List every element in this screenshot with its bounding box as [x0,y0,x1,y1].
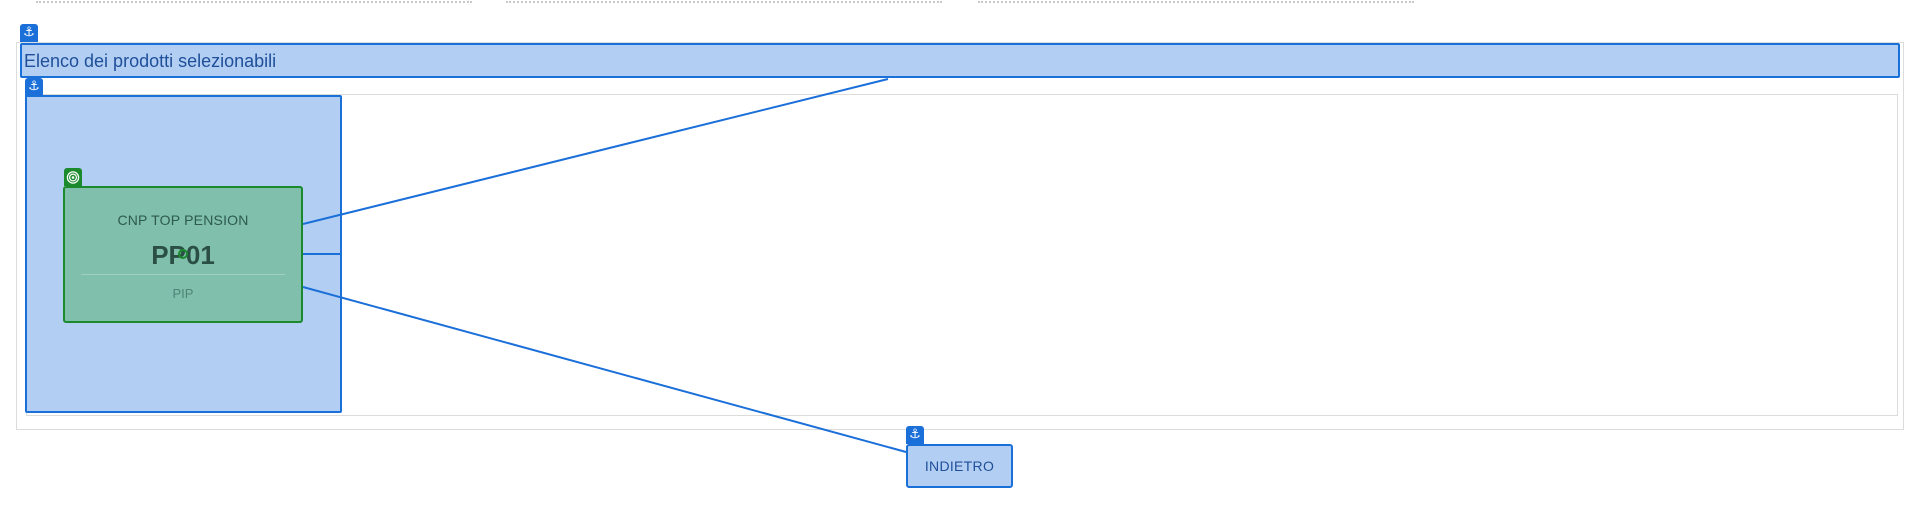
page: ⚓ Elenco dei prodotti selezionabili ⚓ CN… [0,0,1920,510]
product-card[interactable]: CNP TOP PENSION PP01 PIP [63,186,303,323]
anchor-icon: ⚓ [25,78,43,96]
back-button[interactable]: INDIETRO [906,444,1013,488]
anchor-icon: ⚓ [906,426,924,444]
tab-placeholder-2[interactable] [506,1,942,3]
product-type: PIP [172,286,194,301]
list-header: Elenco dei prodotti selezionabili [20,43,1900,78]
product-code: PP01 [151,240,215,270]
product-company: CNP TOP PENSION [117,212,249,228]
list-title: Elenco dei prodotti selezionabili [24,51,277,71]
card-divider [81,274,285,275]
tab-placeholder-1[interactable] [36,1,472,3]
target-icon [64,168,82,186]
anchor-icon: ⚓ [20,24,38,42]
tab-placeholder-3[interactable] [978,1,1414,3]
